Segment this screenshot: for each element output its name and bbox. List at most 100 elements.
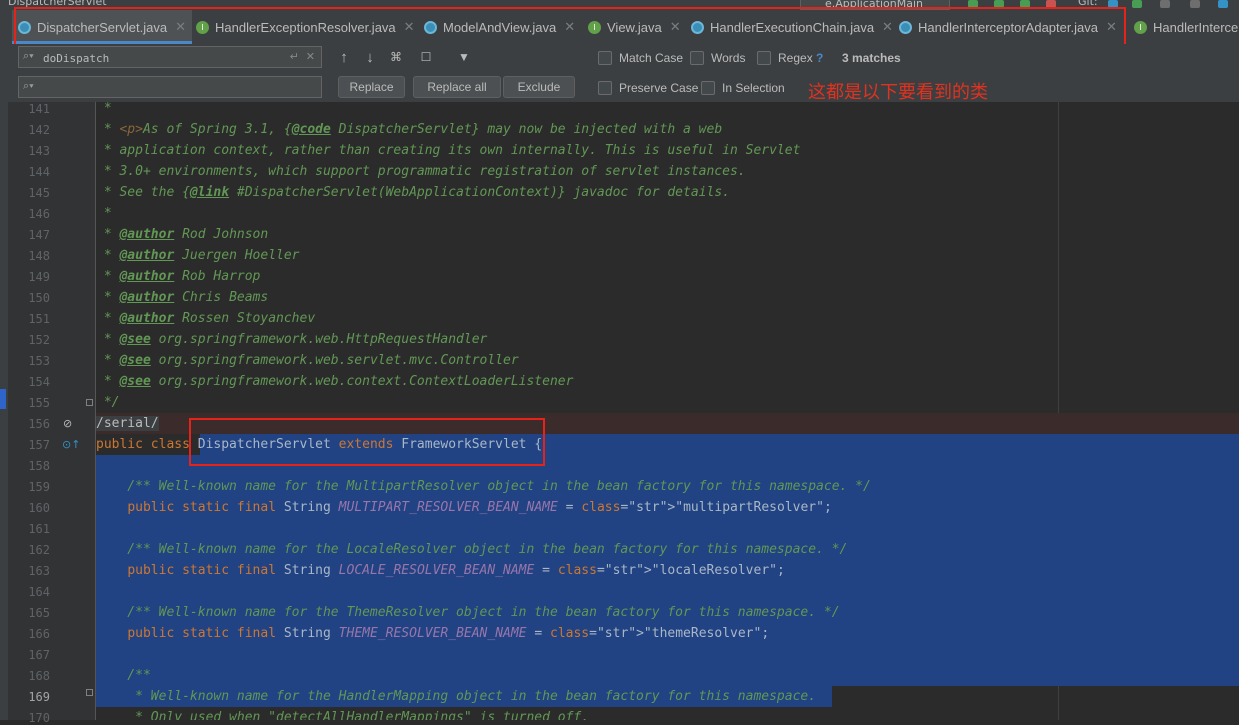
line-number: 160 bbox=[28, 501, 50, 515]
words-checkbox[interactable]: Words bbox=[690, 51, 745, 65]
regex-label: Regex bbox=[778, 51, 813, 65]
code-line[interactable]: * @author Rob Harrop bbox=[96, 266, 261, 287]
checkbox-box[interactable] bbox=[757, 51, 771, 65]
exclude-button[interactable]: Exclude bbox=[503, 76, 575, 98]
fold-marker-icon[interactable] bbox=[86, 689, 93, 696]
fold-marker-icon[interactable] bbox=[86, 399, 93, 406]
line-number: 169 bbox=[28, 690, 50, 704]
line-number: 156 bbox=[28, 417, 50, 431]
search-field[interactable]: ⌕▾ ↵ ✕ bbox=[18, 46, 322, 68]
code-line[interactable]: /** Well-known name for the MultipartRes… bbox=[96, 476, 1239, 497]
code-line[interactable]: * 3.0+ environments, which support progr… bbox=[96, 161, 746, 182]
code-line[interactable]: * Well-known name for the HandlerMapping… bbox=[96, 686, 1239, 707]
history-icon[interactable] bbox=[1160, 0, 1170, 8]
in-selection-checkbox[interactable]: In Selection bbox=[701, 81, 785, 95]
newline-icon[interactable]: ↵ bbox=[290, 50, 299, 63]
code-line[interactable]: * bbox=[96, 102, 112, 119]
line-number: 155 bbox=[28, 396, 50, 410]
line-number: 168 bbox=[28, 669, 50, 683]
code-line[interactable]: * @author Chris Beams bbox=[96, 287, 268, 308]
search-icon[interactable]: ⌕▾ bbox=[23, 50, 34, 63]
code-line[interactable]: * @author Rod Johnson bbox=[96, 224, 268, 245]
replace-input[interactable] bbox=[41, 79, 275, 97]
no-serialization-icon[interactable]: ⊘ bbox=[63, 417, 72, 430]
left-tool-strip bbox=[0, 44, 8, 720]
clear-search-icon[interactable]: ✕ bbox=[306, 50, 315, 63]
match-count: 3 matches bbox=[842, 51, 901, 65]
find-replace-bar: ⌕▾ ↵ ✕ ⌕▾ ↑ ↓ ⌘ ☐ ▼ Replace Replace all … bbox=[8, 44, 1239, 103]
match-case-checkbox[interactable]: Match Case bbox=[598, 51, 683, 65]
code-line[interactable] bbox=[96, 581, 1239, 602]
line-number: 144 bbox=[28, 165, 50, 179]
implemented-method-icon[interactable]: ⊙↑ bbox=[62, 438, 80, 451]
code-line[interactable]: * @see org.springframework.web.HttpReque… bbox=[96, 329, 488, 350]
line-number: 165 bbox=[28, 606, 50, 620]
code-line[interactable]: * @see org.springframework.web.servlet.m… bbox=[96, 350, 519, 371]
line-number: 143 bbox=[28, 144, 50, 158]
line-number-gutter: 141 142 143 144 145 146 147 148 149 150 151 152 153 1… bbox=[8, 102, 96, 725]
line-number: 146 bbox=[28, 207, 50, 221]
line-number: 153 bbox=[28, 354, 50, 368]
line-number: 149 bbox=[28, 270, 50, 284]
match-case-label: Match Case bbox=[619, 51, 684, 65]
tab-handlerinterceptor[interactable]: I HandlerInterce bbox=[1128, 10, 1238, 44]
add-occurrence-icon[interactable]: ☐ bbox=[415, 46, 437, 68]
interface-icon: I bbox=[1134, 20, 1147, 34]
line-number: 159 bbox=[28, 480, 50, 494]
code-line[interactable]: * See the {@link #DispatcherServlet(WebA… bbox=[96, 182, 730, 203]
line-number: 148 bbox=[28, 249, 50, 263]
tab-label: HandlerInterce bbox=[1153, 19, 1239, 35]
replace-all-button[interactable]: Replace all bbox=[413, 76, 501, 98]
code-line[interactable]: public static final String LOCALE_RESOLV… bbox=[96, 560, 1239, 581]
code-line[interactable]: * bbox=[96, 203, 112, 224]
line-number: 145 bbox=[28, 186, 50, 200]
line-number: 141 bbox=[28, 102, 50, 116]
code-line[interactable]: public static final String THEME_RESOLVE… bbox=[96, 623, 1239, 644]
project-structure-icon[interactable] bbox=[1218, 0, 1228, 8]
annotation-note: 这都是以下要看到的类 bbox=[808, 82, 988, 102]
line-number: 157 bbox=[28, 438, 50, 452]
code-line[interactable]: * <p>As of Spring 3.1, {@code Dispatcher… bbox=[96, 119, 722, 140]
checkbox-box[interactable] bbox=[701, 81, 715, 95]
replace-button[interactable]: Replace bbox=[338, 76, 405, 98]
search-icon[interactable]: ⌕▾ bbox=[23, 80, 34, 93]
code-line[interactable] bbox=[96, 518, 1239, 539]
checkbox-box[interactable] bbox=[598, 51, 612, 65]
revert-icon[interactable] bbox=[1190, 0, 1200, 8]
line-number: 164 bbox=[28, 585, 50, 599]
code-line[interactable]: /** Well-known name for the ThemeResolve… bbox=[96, 602, 1239, 623]
line-number: 150 bbox=[28, 291, 50, 305]
replace-field[interactable]: ⌕▾ bbox=[18, 76, 322, 98]
checkbox-box[interactable] bbox=[690, 51, 704, 65]
code-line[interactable]: * application context, rather than creat… bbox=[96, 140, 801, 161]
code-line[interactable]: * @author Rossen Stoyanchev bbox=[96, 308, 315, 329]
line-number: 167 bbox=[28, 648, 50, 662]
line-number: 147 bbox=[28, 228, 50, 242]
regex-checkbox[interactable]: Regex bbox=[757, 51, 813, 65]
bookmark-marker bbox=[0, 389, 6, 409]
line-number: 158 bbox=[28, 459, 50, 473]
preserve-case-label: Preserve Case bbox=[619, 81, 699, 95]
select-all-occurrences-icon[interactable]: ⌘ bbox=[385, 46, 407, 68]
search-input[interactable] bbox=[41, 49, 275, 67]
code-line[interactable]: /** bbox=[96, 665, 1239, 686]
line-number: 152 bbox=[28, 333, 50, 347]
regex-help-link[interactable]: ? bbox=[816, 51, 823, 65]
code-line[interactable]: * @author Juergen Hoeller bbox=[96, 245, 300, 266]
preserve-case-checkbox[interactable]: Preserve Case bbox=[598, 81, 698, 95]
next-occurrence-icon[interactable]: ↓ bbox=[359, 46, 381, 68]
previous-occurrence-icon[interactable]: ↑ bbox=[333, 46, 355, 68]
checkbox-box[interactable] bbox=[598, 81, 612, 95]
vcs-commit-icon[interactable] bbox=[1132, 0, 1142, 8]
code-editor[interactable]: * * <p>As of Spring 3.1, {@code Dispatch… bbox=[96, 102, 1239, 720]
line-number: 163 bbox=[28, 564, 50, 578]
code-line[interactable]: */ bbox=[96, 392, 120, 413]
code-line[interactable] bbox=[96, 644, 1239, 665]
filter-icon[interactable]: ▼ bbox=[453, 46, 475, 68]
code-line[interactable]: * @see org.springframework.web.context.C… bbox=[96, 371, 574, 392]
line-number: 142 bbox=[28, 123, 50, 137]
code-line[interactable]: public static final String MULTIPART_RES… bbox=[96, 497, 1239, 518]
code-line[interactable]: * Only used when "detectAllHandlerMappin… bbox=[96, 707, 589, 720]
line-number: 170 bbox=[28, 711, 50, 725]
code-line[interactable]: /** Well-known name for the LocaleResolv… bbox=[96, 539, 1239, 560]
